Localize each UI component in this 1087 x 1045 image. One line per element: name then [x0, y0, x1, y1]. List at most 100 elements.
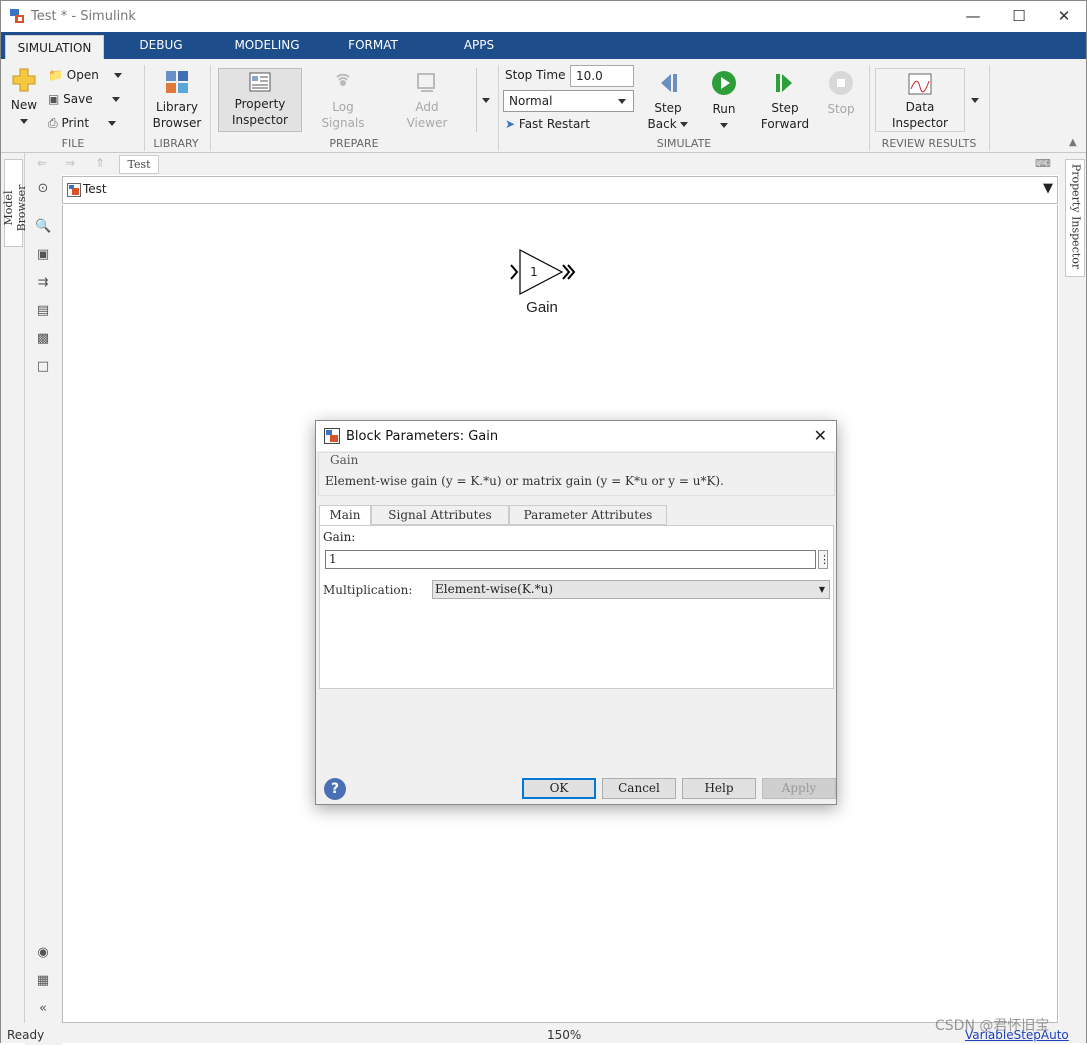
property-inspector-button[interactable]: Property Inspector: [218, 68, 302, 132]
model-info-icon[interactable]: ▦: [35, 973, 51, 989]
log-signals-button[interactable]: Log Signals: [315, 71, 371, 131]
stop-button[interactable]: Stop: [823, 69, 859, 117]
simulink-app-icon: [10, 9, 24, 23]
save-button[interactable]: ▣ Save: [48, 92, 120, 106]
breadcrumb[interactable]: Test: [119, 155, 159, 174]
property-inspector-label: Property Inspector: [1069, 163, 1083, 270]
tab-simulation[interactable]: SIMULATION: [5, 35, 104, 59]
chevron-down-icon: [618, 99, 626, 104]
block-description: Element-wise gain (y = K.*u) or matrix g…: [325, 474, 724, 488]
mode-value: Normal: [509, 94, 553, 108]
prepare-gallery-expand[interactable]: [476, 68, 494, 132]
chevron-down-icon: [108, 121, 117, 126]
tab-apps[interactable]: APPS: [453, 32, 505, 59]
close-window-button[interactable]: ✕: [1041, 1, 1087, 32]
block-parameters-dialog: Block Parameters: Gain ✕ Gain Element-wi…: [315, 420, 837, 805]
library-label-2: Browser: [152, 116, 202, 130]
gain-block-name[interactable]: Gain: [511, 299, 573, 316]
dialog-title: Block Parameters: Gain: [346, 429, 499, 444]
tab-debug[interactable]: DEBUG: [126, 32, 196, 59]
multiplication-value: Element-wise(K.*u): [435, 582, 554, 596]
back-arrow-icon[interactable]: ⇐: [37, 156, 47, 170]
zoom-icon[interactable]: 🔍: [35, 219, 51, 235]
gain-block[interactable]: [509, 247, 577, 297]
print-button[interactable]: ⎙ Print: [48, 116, 117, 131]
dialog-title-bar: Block Parameters: Gain ✕: [316, 421, 836, 451]
new-label: New: [10, 98, 38, 112]
main-tab-panel: Gain: 1 ⋮ Multiplication: Element-wise(K…: [319, 525, 834, 689]
forward-arrow-icon[interactable]: ⇒: [65, 156, 75, 170]
fast-restart-label: Fast Restart: [518, 117, 590, 131]
tab-parameter-attributes[interactable]: Parameter Attributes: [509, 505, 667, 525]
ok-button[interactable]: OK: [522, 778, 596, 799]
image-icon[interactable]: ▩: [35, 331, 51, 347]
section-label-prepare: PREPARE: [329, 137, 379, 150]
add-label-2: Viewer: [406, 116, 448, 130]
library-browser-button[interactable]: Library Browser: [151, 69, 203, 131]
new-button[interactable]: New: [7, 67, 41, 129]
run-button[interactable]: Run: [704, 69, 744, 133]
tab-format[interactable]: FORMAT: [336, 32, 410, 59]
property-inspector-tab[interactable]: Property Inspector: [1065, 159, 1085, 277]
hide-show-icon[interactable]: ⊙: [35, 181, 51, 197]
chevron-down-icon: [720, 123, 728, 128]
help-question-icon[interactable]: ?: [324, 778, 346, 800]
multiplication-label: Multiplication:: [323, 583, 413, 597]
model-browser-tab[interactable]: Model Browser: [2, 159, 28, 247]
gain-label: Gain:: [323, 530, 356, 544]
window-title: Test * - Simulink: [31, 9, 136, 24]
chevron-down-icon: [680, 122, 689, 127]
tab-main[interactable]: Main: [319, 505, 371, 526]
camera-icon[interactable]: ◉: [35, 945, 51, 961]
multiplication-select[interactable]: Element-wise(K.*u) ▼: [432, 580, 830, 599]
simulation-mode-select[interactable]: Normal: [503, 90, 634, 112]
step-back-button[interactable]: Step Back: [645, 70, 691, 132]
tab-modeling[interactable]: MODELING: [223, 32, 311, 59]
step-back-label-2: Back: [645, 116, 691, 132]
more-options-icon[interactable]: ⋮: [818, 550, 830, 569]
help-button[interactable]: Help: [682, 778, 756, 799]
collapse-toolbar-icon[interactable]: «: [35, 1001, 51, 1017]
add-viewer-button[interactable]: Add Viewer: [401, 71, 453, 131]
annotation-icon[interactable]: ▤: [35, 303, 51, 319]
library-label-1: Library: [156, 100, 198, 114]
cancel-button[interactable]: Cancel: [602, 778, 676, 799]
log-label-2: Signals: [321, 116, 365, 130]
right-dock: [1059, 153, 1086, 1023]
tab-signal-attributes[interactable]: Signal Attributes: [371, 505, 509, 525]
stop-icon: [829, 71, 853, 95]
collapse-ribbon-icon[interactable]: ▲: [1069, 137, 1077, 148]
left-dock: [1, 153, 25, 1023]
fit-view-icon[interactable]: ▣: [35, 247, 51, 263]
step-forward-button[interactable]: Step Forward: [759, 70, 811, 132]
data-inspector-button[interactable]: Data Inspector: [875, 68, 965, 132]
stop-time-input[interactable]: 10.0: [570, 65, 634, 87]
maximize-button[interactable]: ☐: [996, 1, 1042, 32]
arrow-connect-icon[interactable]: ⇉: [35, 275, 51, 291]
gain-input[interactable]: 1: [325, 550, 816, 569]
apply-button[interactable]: Apply: [762, 778, 836, 799]
area-icon[interactable]: □: [35, 359, 51, 375]
printer-icon: ⎙: [48, 116, 58, 130]
ribbon-tab-bar: SIMULATION DEBUG MODELING FORMAT APPS ⚙ …: [1, 32, 1086, 88]
save-label: Save: [63, 92, 93, 106]
up-arrow-icon[interactable]: ⇑: [95, 156, 105, 170]
divider: [869, 65, 870, 151]
keyboard-icon[interactable]: ⌨: [1035, 157, 1051, 170]
dialog-close-icon[interactable]: ✕: [814, 426, 827, 445]
chevron-down-icon: [20, 119, 28, 124]
open-button[interactable]: 📁 Open: [48, 68, 123, 82]
zoom-level: 150%: [547, 1028, 582, 1042]
address-dropdown-icon[interactable]: ▼: [1043, 181, 1053, 196]
data-inspector-label-1: Data: [905, 100, 935, 114]
gain-block-value: 1: [530, 265, 538, 279]
fast-restart-toggle[interactable]: ➤ Fast Restart: [505, 117, 590, 131]
model-address-bar[interactable]: Test ▼: [62, 176, 1058, 204]
address-label: Test: [83, 182, 107, 196]
step-back-icon: [661, 74, 677, 92]
print-label: Print: [61, 116, 90, 130]
review-gallery-expand[interactable]: [966, 68, 984, 132]
log-signals-icon: [336, 73, 350, 86]
add-label-1: Add: [415, 100, 439, 114]
minimize-button[interactable]: —: [950, 1, 996, 32]
